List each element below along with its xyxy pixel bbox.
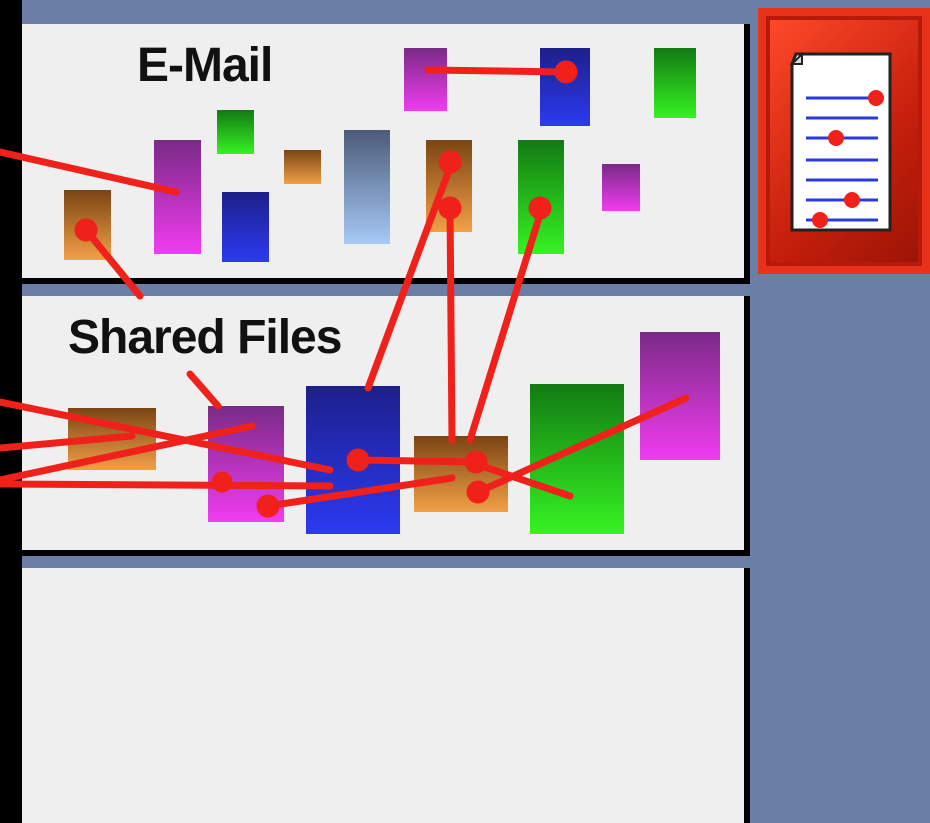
email-item[interactable] — [217, 110, 254, 154]
document-settings-button[interactable] — [758, 8, 930, 274]
email-panel-title: E-Mail — [137, 39, 273, 92]
document-settings-icon — [789, 51, 892, 232]
shared-file-item[interactable] — [530, 384, 624, 534]
email-item[interactable] — [154, 140, 201, 254]
top-strip — [22, 0, 752, 24]
email-item[interactable] — [284, 150, 321, 184]
shared-files-panel-title: Shared Files — [68, 311, 342, 364]
shared-file-item[interactable] — [208, 406, 284, 522]
email-item[interactable] — [64, 190, 111, 260]
email-item[interactable] — [654, 48, 696, 118]
shared-file-item[interactable] — [306, 386, 400, 534]
email-item[interactable] — [404, 48, 447, 111]
window-edge — [0, 0, 22, 823]
empty-panel[interactable] — [22, 568, 750, 823]
email-item[interactable] — [222, 192, 269, 262]
email-item[interactable] — [540, 48, 590, 126]
shared-file-item[interactable] — [68, 408, 156, 470]
shared-file-item[interactable] — [640, 332, 720, 460]
email-item[interactable] — [426, 140, 472, 232]
email-item[interactable] — [602, 164, 640, 211]
email-item[interactable] — [344, 130, 390, 244]
email-item[interactable] — [518, 140, 564, 254]
email-panel[interactable]: E-Mail — [22, 24, 750, 284]
shared-files-panel[interactable]: Shared Files — [22, 296, 750, 556]
shared-file-item[interactable] — [414, 436, 508, 512]
